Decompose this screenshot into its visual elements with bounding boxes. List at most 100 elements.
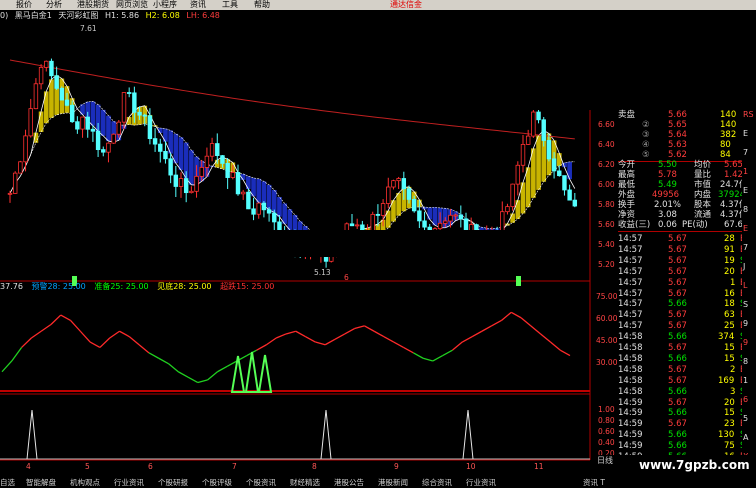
oscillator-segment [520, 317, 532, 327]
ask-row: ③ 5.64 382 [642, 130, 737, 140]
candle-body [354, 224, 360, 227]
indicator-tick: 60.00 [596, 314, 618, 323]
sidebar-letter: 8 [743, 357, 749, 366]
tick-price: 5.66 [668, 299, 687, 310]
candle-body [525, 135, 531, 145]
legend-bottom: 见底28: 25.00 [157, 282, 212, 291]
signal-tick: 1.00 [598, 405, 615, 414]
oscillator-segment [393, 341, 404, 349]
tick-row: 14:575.6725B [618, 321, 748, 331]
oscillator-segment [21, 337, 32, 348]
candle-body [189, 190, 194, 194]
h2-value: H2: 6.08 [145, 11, 180, 20]
bottom-tab[interactable]: 自选 [0, 478, 15, 487]
bottom-tab[interactable]: 港股公告 [334, 478, 364, 487]
candle-body [261, 202, 267, 211]
tick-time: 14:58 [618, 343, 643, 353]
bottom-tab[interactable]: 行业资讯 [114, 478, 144, 487]
oscillator-segment [471, 330, 483, 338]
indicator-tick: 30.00 [596, 358, 618, 367]
tick-time: 14:58 [618, 375, 643, 386]
tick-volume: 20 [724, 266, 735, 277]
tick-time: 14:57 [618, 266, 643, 277]
candle-body [448, 214, 453, 222]
candle-body [90, 128, 96, 132]
period-label: 0) [0, 11, 9, 20]
bottom-tab[interactable]: 个股评级 [202, 478, 232, 487]
indicator-name[interactable]: 天河彩虹图 [58, 11, 98, 20]
sidebar-letter: 9 [743, 338, 749, 347]
candle-body [240, 191, 246, 195]
tick-price: 5.67 [668, 343, 687, 353]
sidebar-letter: E [743, 186, 749, 195]
oscillator-segment [187, 376, 199, 384]
tick-row: 14:595.6723B [618, 419, 748, 429]
candle-body [380, 203, 386, 216]
tick-price: 5.66 [668, 430, 687, 441]
oscillator-segment [559, 349, 571, 357]
tick-price: 5.66 [668, 353, 687, 364]
tick-price: 5.67 [668, 397, 687, 408]
tick-row: 14:595.66130S [618, 430, 748, 440]
tick-row: 14:575.6720B [618, 267, 748, 277]
oscillator-segment [177, 371, 189, 378]
blank-area-top-right [428, 10, 756, 110]
period-tab[interactable]: 日线 [597, 455, 613, 466]
candle-body [111, 133, 116, 144]
oscillator-segment [60, 314, 71, 322]
candle-body [142, 114, 147, 117]
oscillator-segment [128, 336, 140, 346]
date-axis: 4 5 6 7 8 9 10 11 [0, 462, 590, 471]
bottom-tab[interactable]: 行业资讯 [466, 478, 496, 487]
oscillator-segment [217, 365, 228, 373]
tick-time: 14:57 [618, 321, 643, 332]
oscillator-segment [1, 360, 13, 373]
bottom-tab[interactable]: 智能解盘 [26, 478, 56, 487]
candle-body [173, 174, 179, 187]
candle-body [520, 144, 526, 166]
bottom-tab[interactable]: 个股研报 [158, 478, 188, 487]
candle-body [220, 155, 225, 164]
stock-name[interactable]: 黑马白金1 [15, 11, 52, 20]
tick-row: 14:575.6763B [618, 310, 748, 320]
sidebar-letter: 9 [743, 319, 749, 328]
candle-body [49, 60, 54, 77]
oscillator-segment [285, 330, 296, 335]
oscillator-segment [354, 325, 365, 330]
indicator-value: 37.76 [0, 282, 23, 291]
stat-row: 最高 5.78 量比 1.42 [618, 170, 743, 180]
candle-body [225, 162, 230, 178]
oscillator-segment [324, 338, 336, 346]
high-annotation: 7.61 [80, 24, 97, 33]
bottom-tab[interactable]: 个股资讯 [246, 478, 276, 487]
signal-tick: 0.60 [598, 427, 615, 436]
bottom-tab[interactable]: 综合资讯 [422, 478, 452, 487]
tick-time: 14:57 [618, 310, 643, 321]
candle-body [215, 143, 220, 157]
candle-body [28, 108, 33, 137]
candle-body [391, 180, 396, 188]
bottom-tab[interactable]: 财经精选 [290, 478, 320, 487]
indicator-panel [0, 276, 590, 393]
bottom-tab[interactable]: 港股新闻 [378, 478, 408, 487]
tick-volume: 15 [724, 343, 735, 353]
indicator-legend: 37.76 预警28: 25.00 准备25: 25.00 见底28: 25.0… [0, 282, 274, 292]
tick-price: 5.67 [668, 277, 687, 288]
candle-body [375, 213, 381, 216]
candle-body [246, 191, 251, 210]
sidebar-letters: RSE71E8E7JLS998165AX [742, 110, 756, 483]
tick-time: 14:57 [618, 255, 643, 266]
ask-row: ⑤ 5.62 84 [642, 150, 731, 160]
stat-row: 今开 5.50 均价 5.65 [618, 160, 743, 170]
oscillator-segment [403, 346, 414, 354]
news-tab[interactable]: 资讯 T [583, 477, 605, 488]
tick-row: 14:575.671B [618, 278, 748, 288]
bottom-tab[interactable]: 机构观点 [70, 478, 100, 487]
oscillator-segment [334, 333, 346, 340]
price-tick: 5.20 [598, 260, 615, 269]
candle-body [194, 175, 199, 192]
price-tick: 5.40 [598, 240, 615, 249]
sidebar-letter: 7 [743, 243, 749, 252]
date-tick: 6 [148, 462, 153, 471]
bottom-signal-spike [244, 351, 260, 393]
